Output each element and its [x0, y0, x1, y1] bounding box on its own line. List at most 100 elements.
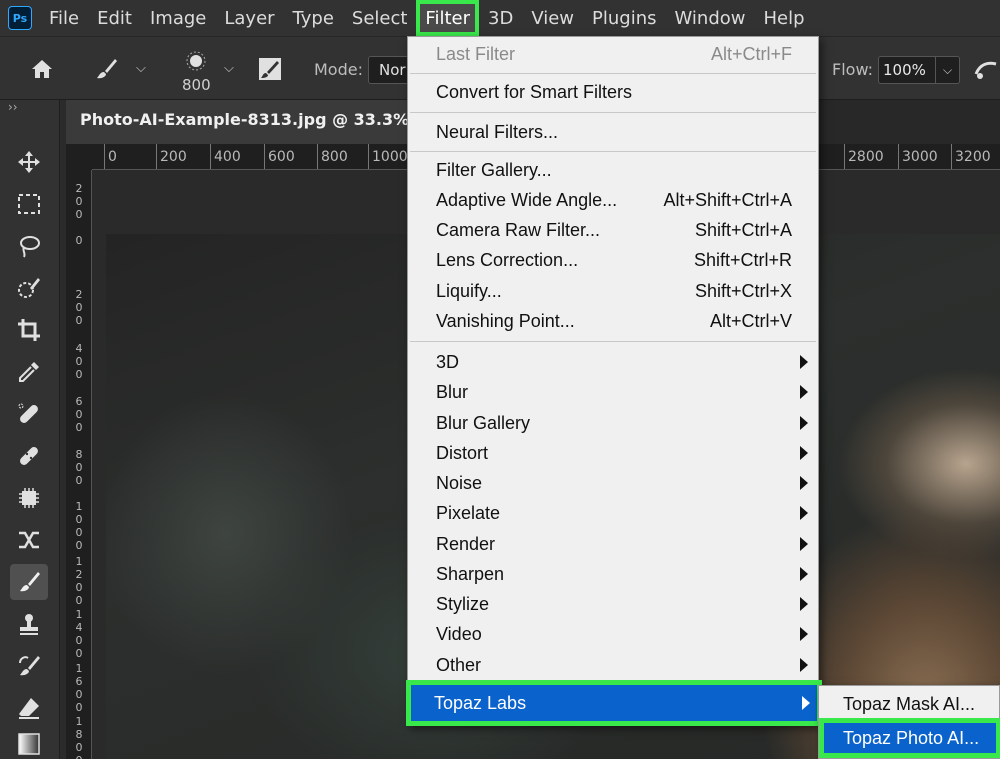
menu-item-shortcut: Alt+Shift+Ctrl+A [663, 189, 792, 210]
eraser-icon[interactable] [10, 690, 48, 726]
menu-item-last-filter[interactable]: Last Filter Alt+Ctrl+F [408, 39, 818, 69]
submenu-arrow-icon [800, 446, 808, 460]
spot-healing-icon[interactable] [10, 396, 48, 432]
menu-item-noise[interactable]: Noise [408, 468, 818, 498]
menu-help[interactable]: Help [755, 0, 814, 36]
brush-tool-selected-icon[interactable] [10, 564, 48, 600]
menu-item-label: Camera Raw Filter... [436, 219, 601, 240]
menu-item-shortcut: Alt+Ctrl+V [709, 310, 792, 331]
flow-input[interactable]: 100% [878, 56, 936, 84]
menu-item-render[interactable]: Render [408, 529, 818, 559]
stamp-icon[interactable] [10, 606, 48, 642]
menu-3d[interactable]: 3D [479, 0, 522, 36]
history-brush-icon[interactable] [10, 648, 48, 684]
menu-select[interactable]: Select [343, 0, 417, 36]
submenu-arrow-icon [802, 696, 810, 710]
menu-item-shortcut: Shift+Ctrl+A [694, 219, 792, 240]
ruler-v-label: 200 [75, 288, 83, 327]
menu-item-blur[interactable]: Blur [408, 377, 818, 407]
move-icon[interactable] [10, 144, 48, 180]
photoshop-logo-icon[interactable]: Ps [8, 6, 32, 30]
menu-type[interactable]: Type [284, 0, 343, 36]
menu-item-label: Sharpen [436, 563, 505, 584]
content-aware-move-icon[interactable] [10, 522, 48, 558]
menu-item-distort[interactable]: Distort [408, 438, 818, 468]
menu-item-lens-correction[interactable]: Lens Correction... Shift+Ctrl+R [408, 245, 818, 275]
crop-icon[interactable] [10, 312, 48, 348]
menu-item-label: Noise [436, 472, 483, 493]
menu-item-pixelate[interactable]: Pixelate [408, 498, 818, 528]
menu-view[interactable]: View [522, 0, 583, 36]
menu-layer[interactable]: Layer [215, 0, 283, 36]
mode-label: Mode: [314, 60, 363, 79]
submenu-arrow-icon [800, 355, 808, 369]
menu-plugins[interactable]: Plugins [583, 0, 665, 36]
brush-settings-icon[interactable] [256, 55, 284, 83]
menu-item-other[interactable]: Other [408, 650, 818, 680]
menu-item-label: Filter Gallery... [436, 159, 552, 180]
submenu-arrow-icon [800, 385, 808, 399]
menu-item-camera-raw-filter[interactable]: Camera Raw Filter... Shift+Ctrl+A [408, 215, 818, 245]
menu-item-vanishing-point[interactable]: Vanishing Point... Alt+Ctrl+V [408, 306, 818, 336]
healing-icon[interactable] [10, 438, 48, 474]
menu-item-filter-gallery[interactable]: Filter Gallery... [408, 155, 818, 185]
quick-select-icon[interactable] [10, 270, 48, 306]
lasso-icon[interactable] [10, 228, 48, 264]
marquee-icon[interactable] [10, 186, 48, 222]
topaz-submenu: Topaz Mask AI... Topaz Photo AI... [818, 685, 1000, 759]
submenu-arrow-icon [800, 597, 808, 611]
menu-file[interactable]: File [40, 0, 88, 36]
ruler-h-label: 200 [160, 149, 187, 165]
frame-icon[interactable] [10, 480, 48, 516]
document-tab[interactable]: Photo-AI-Example-8313.jpg @ 33.3% (R [66, 100, 426, 144]
airbrush-icon[interactable] [972, 55, 1000, 83]
menu-item-video[interactable]: Video [408, 619, 818, 649]
flow-label: Flow: [832, 60, 874, 79]
menu-item-convert-smart-filters[interactable]: Convert for Smart Filters [408, 77, 818, 107]
chevron-down-icon[interactable]: ⌵ [136, 61, 146, 76]
ruler-v-label: 1400 [75, 608, 83, 660]
menu-item-shortcut: Shift+Ctrl+X [694, 280, 792, 301]
menu-filter[interactable]: Filter [416, 0, 479, 36]
flow-dropdown-chevron-icon[interactable]: ⌵ [936, 56, 960, 84]
submenu-arrow-icon [800, 476, 808, 490]
ruler-h-label: 600 [268, 149, 295, 165]
ruler-v-label: 200 [75, 182, 83, 221]
vertical-ruler[interactable]: 200 0 200 400 600 800 1000 1200 1400 160… [66, 170, 92, 759]
home-icon[interactable] [28, 55, 56, 83]
menu-item-adaptive-wide-angle[interactable]: Adaptive Wide Angle... Alt+Shift+Ctrl+A [408, 185, 818, 215]
ruler-v-label: 400 [75, 342, 83, 381]
menu-item-shortcut: Alt+Ctrl+F [710, 43, 792, 64]
menu-bar: Ps File Edit Image Layer Type Select Fil… [0, 0, 1000, 36]
ruler-v-label: 1000 [75, 500, 83, 552]
submenu-item-topaz-mask-ai[interactable]: Topaz Mask AI... [819, 688, 1000, 720]
menu-item-stylize[interactable]: Stylize [408, 589, 818, 619]
ruler-v-label: 1600 [75, 662, 83, 714]
menu-item-label: Pixelate [436, 502, 501, 523]
menu-item-blur-gallery[interactable]: Blur Gallery [408, 408, 818, 438]
menu-item-liquify[interactable]: Liquify... Shift+Ctrl+X [408, 276, 818, 306]
menu-image[interactable]: Image [141, 0, 215, 36]
gradient-icon[interactable] [10, 726, 48, 759]
menu-item-label: Adaptive Wide Angle... [436, 189, 618, 210]
ruler-h-label: 2800 [848, 149, 884, 165]
eyedropper-icon[interactable] [10, 354, 48, 390]
menu-window[interactable]: Window [666, 0, 755, 36]
brush-icon[interactable] [92, 55, 120, 83]
menu-item-3d[interactable]: 3D [408, 347, 818, 377]
chevron-down-icon[interactable]: ⌵ [224, 61, 234, 76]
submenu-arrow-icon [800, 537, 808, 551]
menu-item-sharpen[interactable]: Sharpen [408, 559, 818, 589]
menu-item-label: Last Filter [436, 43, 516, 64]
menu-item-topaz-labs[interactable]: Topaz Labs [406, 680, 822, 726]
brush-preset-icon[interactable] [182, 47, 210, 75]
menu-edit[interactable]: Edit [88, 0, 141, 36]
menu-item-neural-filters[interactable]: Neural Filters... [408, 117, 818, 147]
submenu-item-topaz-photo-ai[interactable]: Topaz Photo AI... [819, 718, 1000, 758]
collapse-panel-icon[interactable]: ›› [8, 100, 18, 114]
ruler-h-label: 800 [321, 149, 348, 165]
ruler-v-label: 1800 [75, 715, 83, 759]
ruler-h-label: 0 [108, 149, 117, 165]
ruler-v-label: 800 [75, 448, 83, 487]
menu-item-label: Lens Correction... [436, 249, 579, 270]
